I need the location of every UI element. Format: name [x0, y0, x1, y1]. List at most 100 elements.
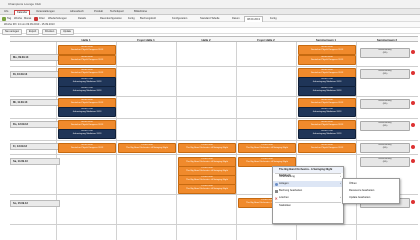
- event-block[interactable]: 08:00-18:00 Deutscher Physik Kongress 201…: [58, 45, 116, 55]
- alert-icon[interactable]: [411, 123, 415, 127]
- event-title: Deutscher Physik Kongress 2013: [310, 58, 344, 61]
- day-view-label[interactable]: Tag: [7, 16, 11, 21]
- event-block[interactable]: 09:00-17:00 Jahrestagung Mediziner 2013: [58, 86, 116, 96]
- day-row: Mi, 11.09.13 08:00-18:00 Deutscher Physik…: [10, 96, 418, 119]
- alert-icon[interactable]: [411, 101, 415, 105]
- filter-label[interactable]: Filter: [39, 16, 45, 21]
- event-title: Jahrestagung Mediziner 2013: [312, 89, 342, 92]
- menu-item-label: Löschen: [279, 196, 289, 199]
- tab-produkt[interactable]: Produkt: [92, 10, 105, 14]
- event-title: Deutscher Physik Kongress 2013: [70, 101, 104, 104]
- room-config-label[interactable]: Raumkonfiguration: [100, 16, 122, 21]
- filter-icon[interactable]: [34, 16, 38, 21]
- print-button[interactable]: Drucken: [42, 29, 58, 35]
- alert-icon[interactable]: [411, 71, 415, 75]
- day-view-icon[interactable]: [2, 16, 6, 21]
- event-block[interactable]: 08:00-18:00 Deutscher Physik Kongress 201…: [298, 55, 356, 65]
- config-label[interactable]: Konfiguration: [172, 16, 187, 21]
- event-block[interactable]: 19:00-23:00 The Big Band Orchestra - A Sw…: [238, 143, 296, 153]
- tab-adressbuch[interactable]: Adressbuch: [68, 10, 86, 14]
- reservation-block[interactable]: Reservierung(Wk): [360, 48, 410, 58]
- update-button[interactable]: Update: [60, 29, 75, 35]
- delete-icon: ✕: [274, 195, 278, 201]
- day-header: So, 15.09.13: [10, 200, 60, 207]
- tab-veranstaltungen[interactable]: Veranstaltungen: [34, 10, 57, 14]
- submenu-item-edit-update[interactable]: Update bearbeiten: [343, 195, 399, 201]
- alert-icon[interactable]: [411, 145, 415, 149]
- day-header: Mo, 09.09.13: [10, 54, 60, 61]
- day-row: Di, 10.09.13 08:00-18:00 Deutscher Physik…: [10, 66, 418, 97]
- event-title: The Big Band Orchestra - A Swinging Nigh…: [186, 169, 228, 172]
- event-title: The Big Band Orchestra - A Swinging Nigh…: [186, 178, 228, 181]
- reservation-note: (Wk): [382, 72, 388, 75]
- week-range-label: Woche 38 / 14 von 09.09.2013 - 15.09.201…: [4, 23, 55, 26]
- event-title: Jahrestagung Mediziner 2013: [72, 80, 102, 83]
- event-title: Jahrestagung Mediziner 2013: [312, 132, 342, 135]
- event-title: Jahrestagung Mediziner 2013: [312, 110, 342, 113]
- menu-item-edit-booking[interactable]: Buchung bearbeiten: [273, 188, 343, 194]
- month-view-label[interactable]: Monat: [24, 16, 31, 21]
- export-button[interactable]: Export: [26, 29, 40, 35]
- repeat-label[interactable]: Wiederholungen: [48, 16, 67, 21]
- event-title: Deutscher Physik Kongress 2013: [310, 101, 344, 104]
- reservation-block[interactable]: Reservierung(Wk): [360, 143, 410, 153]
- tab-info[interactable]: Info: [2, 10, 10, 14]
- event-block[interactable]: 09:00-17:00 Jahrestagung Mediziner 2013: [298, 86, 356, 96]
- event-title: The Big Band Orchestra - A Swinging Nigh…: [246, 160, 288, 163]
- day-header: Sa, 14.09.13: [10, 158, 60, 165]
- event-block[interactable]: 19:00-23:00 The Big Band Orchestra - A Sw…: [178, 143, 236, 153]
- event-block[interactable]: 09:00-17:00 Jahrestagung Mediziner 2013: [298, 107, 356, 117]
- event-block[interactable]: 08:00-18:00 Deutscher Physik Kongress 201…: [58, 143, 116, 153]
- event-title: Jahrestagung Mediziner 2013: [72, 132, 102, 135]
- event-block[interactable]: 08:00-18:00 Deutscher Physik Kongress 201…: [58, 55, 116, 65]
- event-title: Deutscher Physik Kongress 2013: [70, 58, 104, 61]
- reservation-block[interactable]: Reservierung(Wk): [360, 99, 410, 109]
- event-block[interactable]: 09:00-17:00 Jahrestagung Mediziner 2013: [58, 129, 116, 139]
- event-title: Jahrestagung Mediziner 2013: [72, 89, 102, 92]
- tab-technikpool[interactable]: Technikpool: [108, 10, 126, 14]
- details-label[interactable]: Details: [78, 16, 86, 21]
- day-row: Mo, 09.09.13 08:00-18:00 Deutscher Physik…: [10, 42, 418, 67]
- week-view-label[interactable]: Woche: [14, 16, 22, 21]
- alert-icon[interactable]: [411, 159, 415, 163]
- submenu-arrow-icon: ›: [340, 175, 341, 178]
- submenu-arrow-icon: ›: [340, 196, 341, 199]
- menu-item-veranstaltung[interactable]: Veranstaltung ›: [273, 174, 343, 180]
- event-block[interactable]: 08:00-18:00 Deutscher Physik Kongress 201…: [298, 143, 356, 153]
- date-label: Datum: [232, 17, 240, 20]
- new-button[interactable]: Neu anlegen: [2, 29, 23, 35]
- submenu-item-edit-resource[interactable]: Ressource bearbeiten: [343, 188, 399, 194]
- event-block[interactable]: 09:00-17:00 Jahrestagung Mediziner 2013: [58, 107, 116, 117]
- event-title: Deutscher Physik Kongress 2013: [310, 71, 344, 74]
- event-title: Jahrestagung Mediziner 2013: [312, 80, 342, 83]
- reservation-block[interactable]: Reservierung(Wk): [360, 157, 410, 167]
- event-title: Deutscher Physik Kongress 2013: [70, 146, 104, 149]
- event-title: The Big Band Orchestra - A Swinging Nigh…: [186, 146, 228, 149]
- context-menu: The Big Band Orchestra - A Swinging Nigh…: [272, 166, 344, 224]
- standard-table-select[interactable]: Standard Tabelle: [200, 16, 219, 21]
- booking-field-label[interactable]: Buchungsfeld: [140, 16, 156, 21]
- menu-item-label: Buchung bearbeiten: [279, 189, 303, 192]
- event-title: The Big Band Orchestra - A Swinging Nigh…: [186, 187, 228, 190]
- submenu-item-open[interactable]: Öffnen: [343, 181, 399, 187]
- apply-date-button[interactable]: Fertig: [270, 16, 277, 21]
- event-block[interactable]: 08:00-18:00 Deutscher Physik Kongress 201…: [298, 45, 356, 55]
- event-title: Deutscher Physik Kongress 2013: [70, 71, 104, 74]
- reservation-block[interactable]: Reservierung(Wk): [360, 121, 410, 131]
- menu-item-statistiken[interactable]: Statistiken: [273, 203, 343, 209]
- edit-icon: [274, 189, 278, 193]
- reservation-note: (Wk): [382, 160, 388, 163]
- menu-item-anlegen[interactable]: Anlegen ›: [273, 181, 343, 187]
- event-block[interactable]: 19:00-23:00 The Big Band Orchestra - A Sw…: [178, 184, 236, 194]
- menu-item-loeschen[interactable]: ✕ Löschen ›: [273, 195, 343, 201]
- reservation-block[interactable]: Reservierung(Wk): [360, 69, 410, 79]
- event-block[interactable]: 09:00-17:00 Jahrestagung Mediziner 2013: [298, 129, 356, 139]
- alert-icon[interactable]: [411, 50, 415, 54]
- ready-label[interactable]: Fertig: [128, 16, 135, 21]
- tab-bilderboerse[interactable]: Bilderbörse: [132, 10, 149, 14]
- event-title: Deutscher Physik Kongress 2013: [310, 48, 344, 51]
- event-block[interactable]: 19:00-23:00 The Big Band Orchestra - A Sw…: [118, 143, 176, 153]
- alert-icon[interactable]: [411, 200, 415, 204]
- event-title: Jahrestagung Mediziner 2013: [72, 110, 102, 113]
- day-header: Mi, 11.09.13: [10, 99, 60, 106]
